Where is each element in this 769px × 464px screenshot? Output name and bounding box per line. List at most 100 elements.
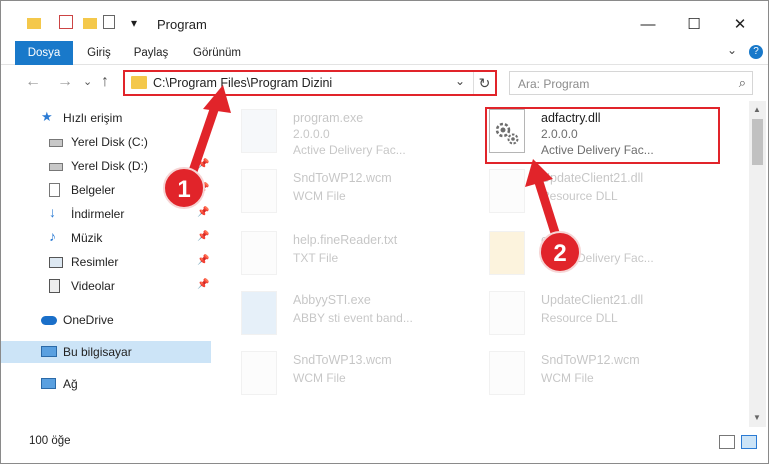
up-button[interactable]: ↑ [101,73,109,91]
refresh-button[interactable]: ↻ [473,72,495,94]
sidebar-item-local-disk-c[interactable]: Yerel Disk (C:) 📌 [1,131,211,153]
file-name: SndToWP12.wcm [293,171,392,185]
highlight-frame [485,107,720,164]
sidebar-item-label: İndirmeler [71,207,125,221]
customize-icon[interactable] [103,15,115,29]
callout-1: 1 [163,167,205,209]
tab-file[interactable]: Dosya [15,41,73,65]
forward-button[interactable]: → [57,73,73,91]
new-folder-icon[interactable] [83,18,97,29]
status-bar: 100 öğe [1,427,768,463]
file-type: Resource DLL [541,311,618,325]
folder-icon [131,76,147,89]
file-item[interactable]: UpdateClient21.dll Resource DLL [481,163,721,221]
details-view-icon[interactable] [719,435,735,449]
address-path[interactable]: C:\Program Files\Program Dizini [153,76,332,90]
sidebar-item-label: Yerel Disk (D:) [71,159,148,173]
sidebar-item-music[interactable]: ♪ Müzik 📌 [1,227,211,249]
file-type: Resource DLL [541,189,618,203]
file-explorer-window: ▾ Program — ☐ ✕ Dosya Giriş Paylaş Görün… [0,0,769,464]
close-icon: ✕ [733,16,747,33]
help-icon[interactable]: ? [749,45,763,59]
scroll-down-icon[interactable]: ▼ [753,413,761,422]
quick-access-dropdown[interactable]: ▾ [131,16,137,30]
maximize-icon: ☐ [687,16,701,33]
sidebar-item-label: OneDrive [63,313,114,327]
window-title: Program [157,17,207,32]
ribbon-expand-icon[interactable]: ⌄ [727,43,737,57]
network-icon [41,378,56,389]
file-item[interactable]: program.exe 2.0.0.0 Active Delivery Fac.… [233,103,473,161]
search-icon: ⌕ [738,75,746,90]
sidebar-item-this-pc[interactable]: Bu bilgisayar [1,341,211,363]
properties-icon[interactable] [59,15,73,29]
navigation-bar: ← → ⌄ ↑ C:\Program Files\Program Dizini … [1,67,768,99]
file-type: TXT File [293,251,339,265]
download-icon: ↓ [49,204,56,220]
file-icon [241,351,277,395]
file-item[interactable]: help.fineReader.txt TXT File [233,225,473,283]
sidebar-item-network[interactable]: Ağ [1,373,211,395]
file-name: UpdateClient21.dll [541,293,644,307]
sidebar-item-label: Bu bilgisayar [63,345,132,359]
item-count: 100 öğe [29,435,71,447]
file-item[interactable]: ef... Active Delivery Fac... [481,225,721,283]
tab-share[interactable]: Paylaş [125,41,177,65]
file-item[interactable]: AbbyySTI.exe ABBY sti event band... [233,285,473,343]
music-icon: ♪ [49,228,56,244]
address-dropdown-icon[interactable]: ⌄ [455,74,465,88]
cloud-icon [41,316,57,325]
pin-icon[interactable]: 📌 [197,231,209,242]
documents-icon [49,183,60,197]
sidebar-item-label: Hızlı erişim [63,111,123,125]
file-version: 2.0.0.0 [293,127,330,141]
minimize-button[interactable]: — [625,9,671,39]
exe-file-icon [241,291,277,335]
pin-icon[interactable]: 📌 [197,159,209,170]
file-item[interactable]: SndToWP13.wcm WCM File [233,345,473,403]
text-file-icon [241,231,277,275]
drive-icon [49,163,63,171]
navigation-pane: ★ Hızlı erişim Yerel Disk (C:) 📌 Yerel D… [1,101,211,427]
sidebar-item-label: Yerel Disk (C:) [71,135,148,149]
pin-icon[interactable]: 📌 [197,255,209,266]
star-icon: ★ [41,109,53,124]
file-item[interactable]: SndToWP12.wcm WCM File [481,345,721,403]
file-type: WCM File [293,189,346,203]
file-icon [489,351,525,395]
scroll-up-icon[interactable]: ▲ [753,105,761,114]
back-button[interactable]: ← [25,73,41,91]
file-name: help.fineReader.txt [293,233,398,247]
sidebar-item-quick-access[interactable]: ★ Hızlı erişim [1,107,211,129]
large-icons-view-icon[interactable] [741,435,757,449]
drive-icon [49,139,63,147]
pin-icon[interactable]: 📌 [197,207,209,218]
pin-icon[interactable]: 📌 [197,279,209,290]
search-input[interactable]: Ara: Program ⌕ [509,71,753,95]
minimize-icon: — [640,15,656,33]
file-type: WCM File [541,371,594,385]
file-icon [241,169,277,213]
tab-view[interactable]: Görünüm [187,41,247,65]
sidebar-item-videos[interactable]: Videolar 📌 [1,275,211,297]
file-name: UpdateClient21.dll [541,171,644,185]
file-description: ABBY sti event band... [293,311,413,325]
tab-home[interactable]: Giriş [79,41,119,65]
sidebar-item-pictures[interactable]: Resimler 📌 [1,251,211,273]
folder-icon [27,18,41,29]
file-item[interactable]: SndToWP12.wcm WCM File [233,163,473,221]
vertical-scrollbar[interactable]: ▲ ▼ [749,101,766,427]
address-bar[interactable]: C:\Program Files\Program Dizini ⌄ ↻ [123,70,497,96]
sidebar-item-label: Resimler [71,255,119,269]
title-bar: ▾ Program — ☐ ✕ [1,1,768,41]
maximize-button[interactable]: ☐ [671,9,717,39]
dll-gear-icon [489,291,525,335]
pin-icon[interactable]: 📌 [197,135,209,146]
recent-locations-button[interactable]: ⌄ [83,75,92,88]
file-item[interactable]: UpdateClient21.dll Resource DLL [481,285,721,343]
scroll-thumb[interactable] [752,119,763,165]
close-button[interactable]: ✕ [717,9,763,39]
refresh-icon: ↻ [478,75,491,91]
exe-file-icon [241,109,277,153]
sidebar-item-onedrive[interactable]: OneDrive [1,309,211,331]
